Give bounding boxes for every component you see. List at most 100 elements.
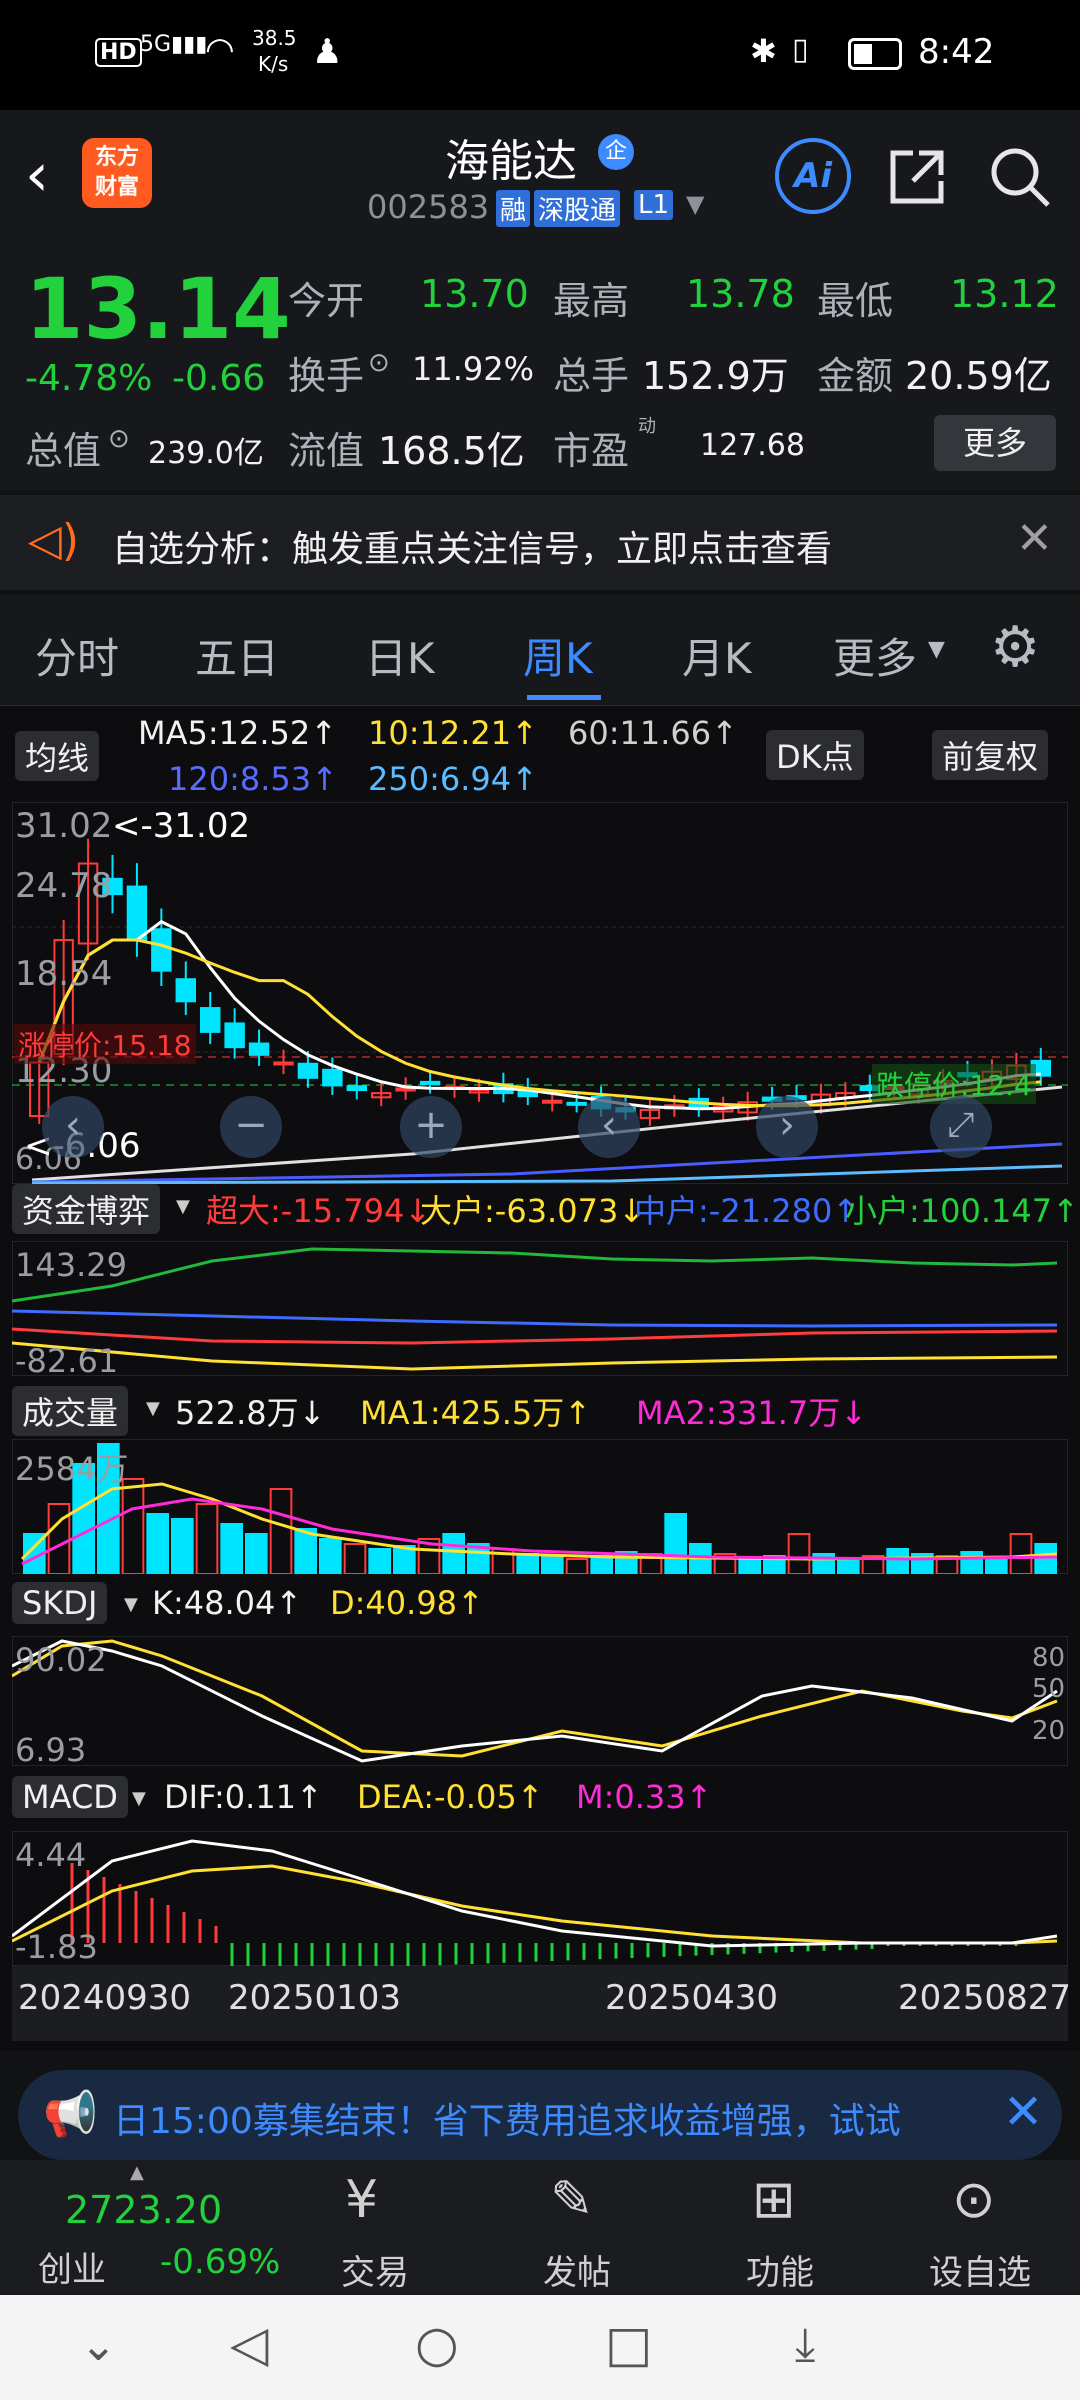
high-label: 最高 (553, 279, 630, 323)
candlestick-chart[interactable] (12, 802, 1068, 1184)
download-icon[interactable]: ⤓ (795, 2317, 815, 2373)
ma10-value: 10:12.21↑ (368, 714, 538, 752)
volume-indicator-button[interactable]: 成交量 (12, 1386, 129, 1436)
speaker-icon: ◁) (28, 515, 80, 566)
candle-body (346, 1085, 368, 1092)
mktcap-label: 总值 (25, 429, 102, 473)
zoom-out-icon[interactable]: − (220, 1096, 282, 1158)
recents-square-icon[interactable]: □ (605, 2315, 652, 2373)
watchlist-more-icon[interactable]: ⊙ (952, 2170, 996, 2230)
dropdown-icon[interactable]: ▼ (686, 190, 704, 218)
turnover-value: 11.92% (412, 350, 535, 388)
close-icon[interactable]: ✕ (1003, 2084, 1043, 2140)
tab-weekly-k[interactable]: 周K (523, 625, 593, 686)
nav-post[interactable]: 发帖 (497, 2245, 657, 2294)
open-value: 13.70 (420, 272, 529, 316)
tab-more[interactable]: 更多 (833, 625, 917, 686)
info-icon[interactable]: ⊙ (368, 348, 390, 378)
skdj-d: D:40.98↑ (330, 1584, 484, 1622)
macd-m: M:0.33↑ (576, 1778, 713, 1816)
price-adjust-button[interactable]: 前复权 (932, 730, 1049, 780)
tab-intraday[interactable]: 分时 (35, 625, 119, 686)
volume-bar (516, 1553, 540, 1574)
candle-body (395, 1087, 416, 1092)
more-button[interactable]: 更多 (934, 415, 1056, 471)
fullscreen-icon[interactable]: ⤢ (930, 1096, 992, 1158)
fund-flow-chart[interactable] (12, 1241, 1068, 1376)
date-label-2: 20250103 (228, 1978, 402, 2018)
skdj-indicator-button[interactable]: SKDJ (12, 1582, 108, 1624)
volume-bar (47, 1503, 71, 1574)
stock-header: ‹ 东方 财富 海能达 企 002583 融 深股通 L1 ▼ Ai (0, 110, 1080, 240)
back-triangle-icon[interactable]: ◁ (230, 2315, 268, 2373)
info-icon[interactable]: ⊙ (108, 424, 130, 454)
share-icon[interactable] (885, 145, 949, 209)
volume-bar (442, 1533, 466, 1574)
index-change: -0.69% (160, 2242, 281, 2282)
ma-selector-button[interactable]: 均线 (15, 731, 100, 781)
volume-bar (171, 1518, 194, 1574)
macd-indicator-button[interactable]: MACD (12, 1776, 128, 1818)
settings-gear-icon[interactable]: ⚙ (990, 615, 1040, 680)
y-label-2: 24.78 (15, 866, 113, 906)
app-logo-badge[interactable]: 东方 财富 (82, 138, 152, 208)
volume-bar (837, 1558, 860, 1574)
macd-y-min: -1.83 (15, 1928, 98, 1966)
close-icon[interactable]: ✕ (1016, 513, 1053, 564)
macd-chart[interactable] (12, 1831, 1068, 1966)
volume-bar (664, 1513, 687, 1574)
ma250-value: 250:6.94↑ (368, 760, 538, 798)
net-speed: 38.5 (252, 26, 297, 50)
volume-bar (886, 1548, 909, 1574)
hd-badge: HD (95, 38, 142, 67)
volume-label: 总手 (553, 354, 630, 398)
home-circle-icon[interactable]: ○ (415, 2315, 459, 2373)
fund-y-min: -82.61 (15, 1342, 119, 1380)
nav-functions[interactable]: 功能 (700, 2245, 860, 2294)
y-max-label: 31.02 (15, 806, 113, 846)
volume-chart[interactable] (12, 1439, 1068, 1574)
fund-small: 小户:100.147↑ (845, 1192, 1079, 1230)
notice-text: 自选分析：触发重点关注信号，立即点击查看 (112, 529, 833, 570)
candle-body (151, 928, 172, 972)
tab-five-day[interactable]: 五日 (195, 625, 279, 686)
volume-bar (121, 1478, 145, 1574)
nav-add-watchlist[interactable]: 设自选 (900, 2245, 1060, 2294)
notice-bar[interactable]: ◁) 自选分析：触发重点关注信号，立即点击查看 ✕ (0, 495, 1080, 590)
expand-arrow-icon[interactable]: ▲ (130, 2162, 144, 2183)
skdj-chart[interactable] (12, 1636, 1068, 1766)
ai-button[interactable]: Ai (775, 138, 851, 214)
ma120-line (31, 1142, 1063, 1184)
promo-banner[interactable]: 📢 日15:00募集结束！省下费用追求收益增强，试试 ✕ (18, 2070, 1062, 2160)
verified-badge-icon: 企 (598, 134, 634, 170)
status-bar: HD 5G▮▮▮ ◠ 38.5 K/s ♟ ✱ ▯ 8:42 (0, 0, 1080, 110)
candle-body (273, 1061, 294, 1066)
functions-grid-icon[interactable]: ⊞ (752, 2170, 796, 2230)
zoom-in-icon[interactable]: + (400, 1096, 462, 1158)
index-value[interactable]: 2723.20 (65, 2188, 222, 2232)
skdj-level-80: 80 (1032, 1643, 1066, 1673)
post-edit-icon[interactable]: ✎ (550, 2170, 594, 2230)
trade-yen-icon[interactable]: ¥ (345, 2170, 378, 2230)
fund-flow-button[interactable]: 资金博弈 (12, 1184, 161, 1234)
skdj-y-min: 6.93 (15, 1731, 87, 1769)
scroll-left-icon[interactable]: ‹ (42, 1096, 104, 1158)
collapse-chevron-icon[interactable]: ⌄ (80, 2320, 117, 2371)
dk-point-button[interactable]: DK点 (766, 730, 864, 780)
bottom-toolbar: ▲ 2723.20 创业 -0.69% ¥ 交易 ✎ 发帖 ⊞ 功能 ⊙ 设自选 (0, 2160, 1080, 2295)
limit-up-label: 涨停价:15.18 (14, 1024, 196, 1064)
candle-body (224, 1022, 245, 1049)
medium-funds-line (12, 1309, 1058, 1328)
tab-monthly-k[interactable]: 月K (682, 625, 752, 686)
nav-trade[interactable]: 交易 (295, 2245, 455, 2294)
tab-daily-k[interactable]: 日K (365, 625, 435, 686)
search-icon[interactable] (988, 145, 1052, 209)
pe-value: 127.68 (700, 428, 805, 463)
amount-value: 20.59亿 (905, 354, 1052, 398)
pe-dynamic-sup: 动 (638, 416, 656, 437)
back-chevron-left-icon[interactable]: ‹ (25, 140, 49, 210)
step-forward-icon[interactable]: › (756, 1096, 818, 1158)
clock: 8:42 (918, 32, 995, 72)
system-navigation-bar: ⌄ ◁ ○ □ ⤓ (0, 2295, 1080, 2400)
step-back-icon[interactable]: ‹ (578, 1096, 640, 1158)
